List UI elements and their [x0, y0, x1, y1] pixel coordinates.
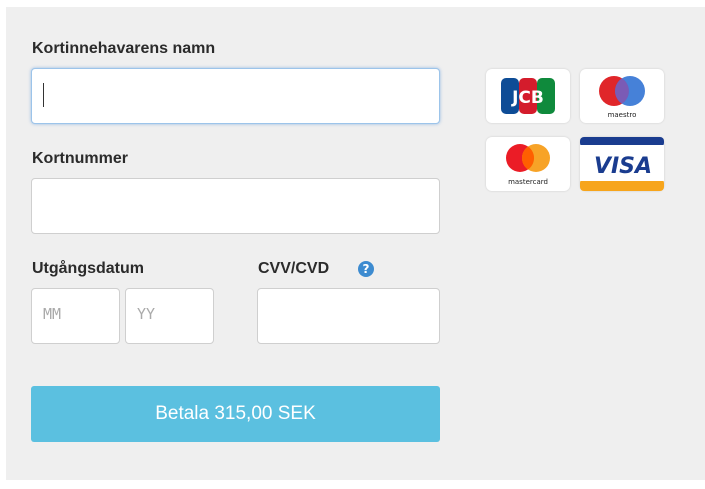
maestro-icon: maestro — [599, 76, 645, 119]
expiry-year-input[interactable]: YY — [125, 288, 214, 344]
jcb-icon: JCB — [501, 78, 555, 114]
month-placeholder: MM — [43, 305, 62, 323]
mastercard-logo-card: mastercard — [486, 137, 570, 191]
jcb-text: JCB — [511, 88, 544, 108]
card-number-input[interactable] — [31, 178, 440, 234]
cvv-input[interactable] — [257, 288, 440, 344]
help-icon[interactable]: ? — [358, 261, 374, 277]
visa-logo-card: VISA — [580, 137, 664, 191]
pay-button[interactable]: Betala 315,00 SEK — [31, 386, 440, 442]
cvv-label: CVV/CVD — [258, 260, 330, 277]
text-caret — [43, 83, 44, 107]
visa-icon: VISA — [580, 137, 664, 191]
maestro-text: maestro — [608, 111, 637, 119]
cardholder-name-label: Kortinnehavarens namn — [32, 40, 216, 57]
mastercard-text: mastercard — [508, 178, 548, 186]
jcb-logo-card: JCB — [486, 69, 570, 123]
visa-text: VISA — [594, 154, 652, 179]
maestro-logo-card: maestro — [580, 69, 664, 123]
card-number-label: Kortnummer — [32, 150, 129, 167]
expiry-label: Utgångsdatum — [32, 260, 144, 277]
year-placeholder: YY — [137, 305, 156, 323]
expiry-month-input[interactable]: MM — [31, 288, 120, 344]
cardholder-name-input[interactable] — [31, 68, 440, 124]
mastercard-icon: mastercard — [506, 144, 550, 186]
